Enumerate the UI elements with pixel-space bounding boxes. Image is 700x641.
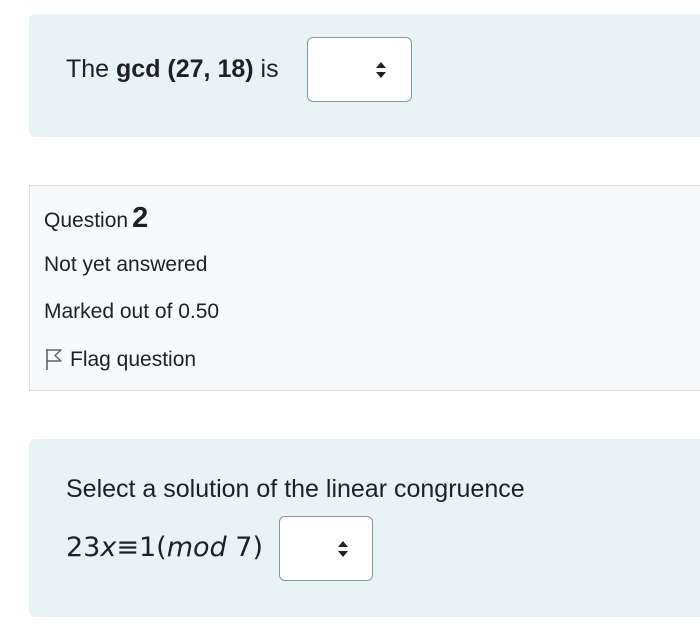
formula-open-paren: (	[156, 532, 167, 563]
question-number: Question 2	[44, 200, 148, 239]
question-2-prompt: Select a solution of the linear congruen…	[66, 475, 525, 503]
formula-modulus: 7	[235, 532, 253, 563]
question-2-answer-select[interactable]	[279, 516, 373, 581]
formula-rhs: 1	[138, 532, 157, 563]
question-1-text-after: is	[253, 55, 279, 83]
select-arrows-icon	[338, 540, 348, 557]
question-label: Question	[44, 209, 129, 232]
quiz-page: The gcd (27, 18) is Question 2 Not yet an…	[0, 0, 700, 641]
flag-question-label: Flag question	[70, 348, 197, 371]
question-1-answer-select[interactable]	[307, 37, 412, 102]
question-grade: Marked out of 0.50	[44, 300, 220, 323]
formula-equiv: ≡	[116, 532, 139, 563]
select-arrows-icon	[376, 61, 386, 78]
formula-coefficient: 23	[66, 532, 101, 563]
question-1-text-before: The	[66, 55, 117, 83]
formula-close-paren: )	[252, 532, 263, 563]
formula-mod: mod	[166, 532, 227, 563]
question-1-text-bold: gcd (27, 18)	[116, 55, 254, 83]
question-1-text: The gcd (27, 18) is	[66, 51, 279, 87]
question-state: Not yet answered	[44, 253, 208, 276]
congruence-formula: 23x≡1(mod 7)	[66, 530, 263, 566]
question-number-value: 2	[132, 202, 149, 234]
flag-outline-icon	[46, 349, 62, 370]
formula-variable: x	[100, 532, 117, 563]
flag-question-link[interactable]: Flag question	[44, 345, 196, 375]
